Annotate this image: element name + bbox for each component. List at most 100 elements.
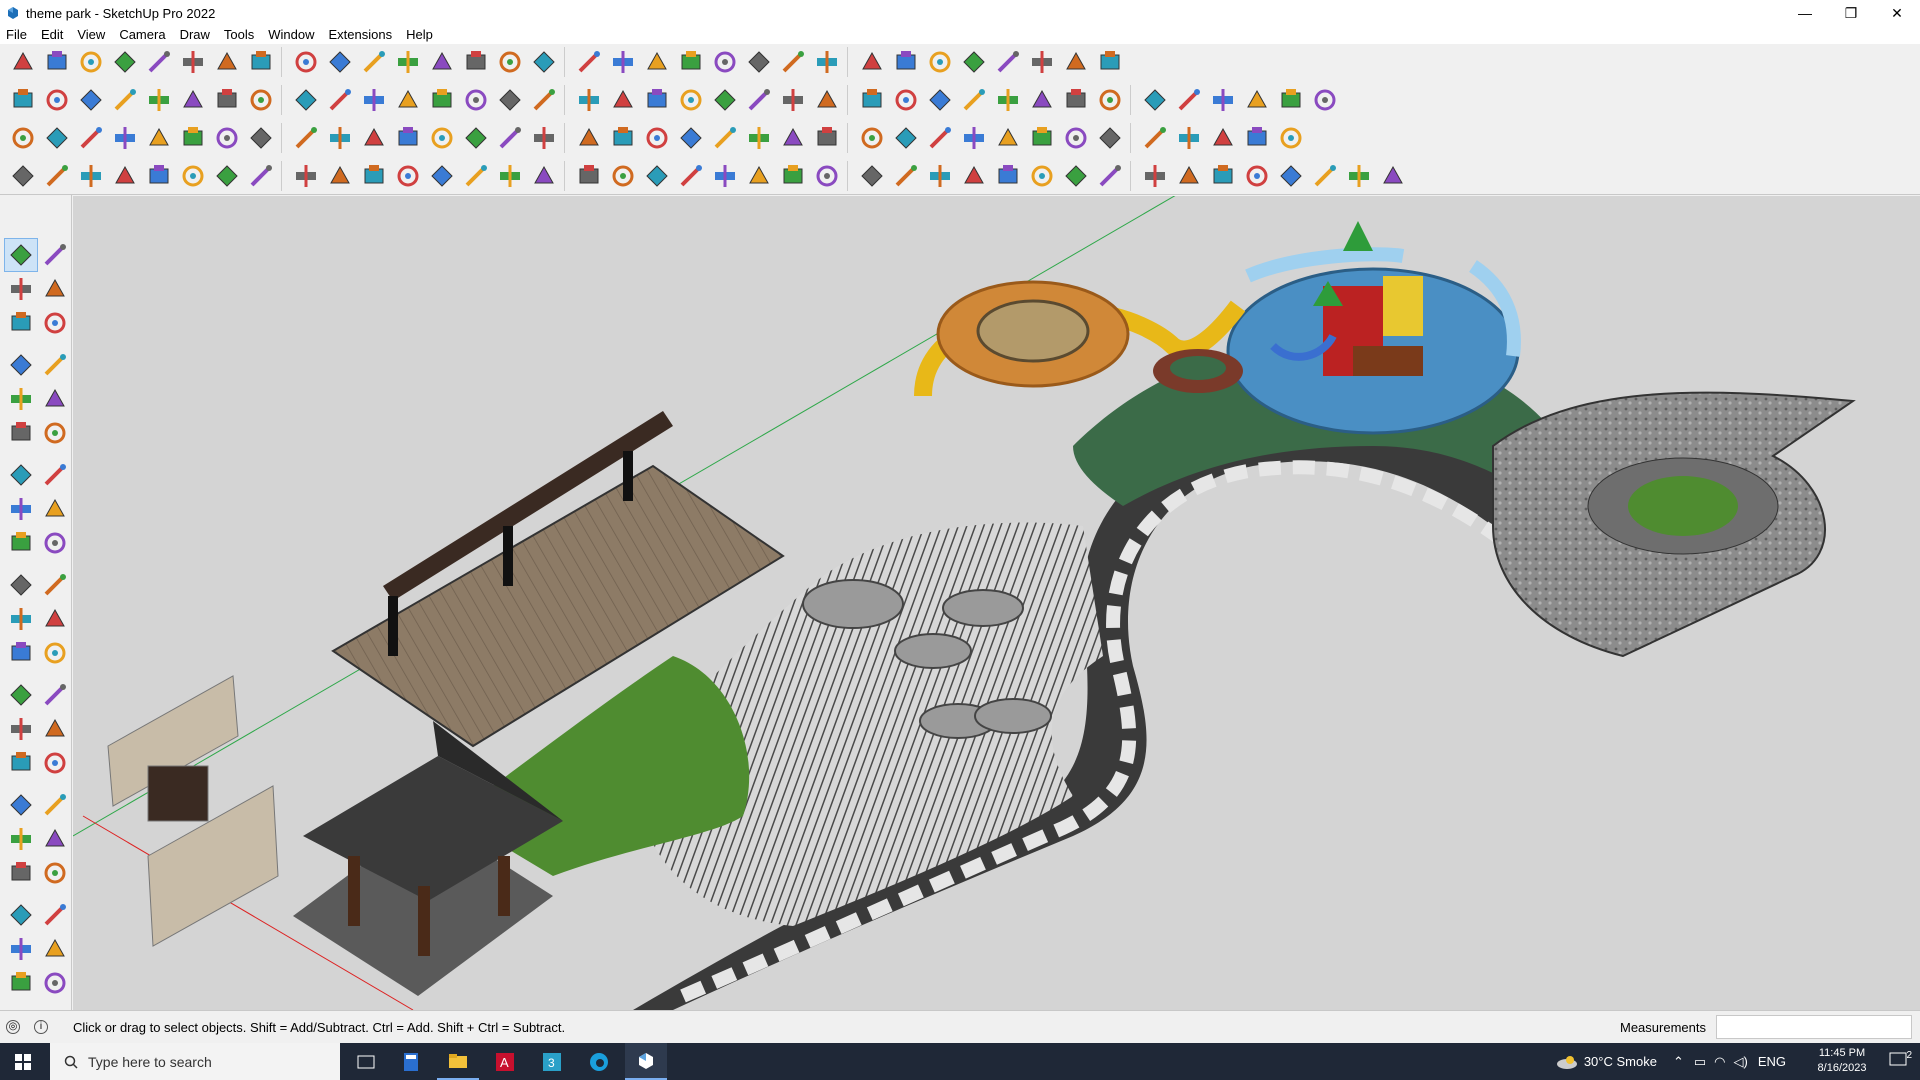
group-icon[interactable]	[40, 83, 74, 117]
polygon-icon[interactable]	[38, 416, 72, 450]
taskbar-search[interactable]: Type here to search	[50, 1043, 340, 1080]
cross-icon[interactable]	[459, 121, 493, 155]
arc-two-point-icon[interactable]	[4, 492, 38, 526]
upload-icon[interactable]	[855, 45, 889, 79]
account-icon[interactable]	[776, 45, 810, 79]
tiles-icon[interactable]	[957, 159, 991, 193]
lasso-icon[interactable]	[1093, 83, 1127, 117]
layer-icon[interactable]	[142, 121, 176, 155]
arc-icon[interactable]	[1059, 83, 1093, 117]
grid-icon[interactable]	[1025, 121, 1059, 155]
stack-icon[interactable]	[1059, 121, 1093, 155]
instructor-icon[interactable]: i	[34, 1020, 48, 1034]
loop-icon[interactable]	[176, 121, 210, 155]
fx-icon[interactable]	[776, 83, 810, 117]
scale-icon[interactable]	[357, 45, 391, 79]
axes-icon[interactable]	[4, 712, 38, 746]
pillar-icon[interactable]	[1059, 159, 1093, 193]
weave-icon[interactable]	[210, 159, 244, 193]
blind-icon[interactable]	[1093, 159, 1127, 193]
polygon-icon[interactable]	[957, 83, 991, 117]
spring-icon[interactable]	[244, 159, 278, 193]
freehand-icon[interactable]	[38, 348, 72, 382]
ellipse-icon[interactable]	[991, 83, 1025, 117]
measurements-input[interactable]	[1716, 1015, 1912, 1039]
menu-edit[interactable]: Edit	[41, 27, 63, 42]
zoom-icon[interactable]	[6, 45, 40, 79]
boot-icon[interactable]	[1376, 159, 1410, 193]
bars-icon[interactable]	[1138, 159, 1172, 193]
sketchup-layout-icon[interactable]: 3	[531, 1043, 573, 1080]
mark-icon[interactable]	[1308, 83, 1342, 117]
pan-icon[interactable]	[38, 746, 72, 780]
ruler-icon[interactable]	[855, 83, 889, 117]
house-outline-icon[interactable]	[708, 83, 742, 117]
rotated-rect-icon[interactable]	[38, 382, 72, 416]
layers-icon[interactable]	[38, 932, 72, 966]
ladder-icon[interactable]	[991, 159, 1025, 193]
file-explorer-icon[interactable]	[437, 1043, 479, 1080]
arrow-red-icon[interactable]	[210, 83, 244, 117]
knot-b-icon[interactable]	[289, 159, 323, 193]
solid-icon[interactable]	[108, 83, 142, 117]
undo-icon[interactable]	[1025, 45, 1059, 79]
terrain-icon[interactable]	[493, 83, 527, 117]
section-icon[interactable]	[38, 898, 72, 932]
components-icon[interactable]	[4, 966, 38, 1000]
arrow-b-icon[interactable]	[708, 159, 742, 193]
pan-icon[interactable]	[527, 45, 561, 79]
weather-text[interactable]: 30°C Smoke	[1584, 1054, 1657, 1069]
corner-a-icon[interactable]	[357, 159, 391, 193]
previous-icon[interactable]	[38, 822, 72, 856]
roof-icon[interactable]	[742, 83, 776, 117]
zoom-icon[interactable]	[4, 788, 38, 822]
paint-bucket-icon[interactable]	[176, 45, 210, 79]
notification-icon[interactable]: 2	[1876, 1050, 1920, 1071]
share-icon[interactable]	[810, 45, 844, 79]
styles-icon[interactable]	[4, 932, 38, 966]
sketchup-app-icon[interactable]	[625, 1043, 667, 1080]
brick-icon[interactable]	[323, 121, 357, 155]
cube-icon[interactable]	[40, 121, 74, 155]
push-pull-icon[interactable]	[210, 45, 244, 79]
knot-icon[interactable]	[742, 121, 776, 155]
zoom-extents-icon[interactable]	[4, 822, 38, 856]
hatch-icon[interactable]	[1342, 159, 1376, 193]
windows-start-icon[interactable]	[0, 1043, 46, 1080]
profile-icon[interactable]	[1093, 45, 1127, 79]
pretzel-icon[interactable]	[708, 121, 742, 155]
eraser-icon[interactable]	[74, 45, 108, 79]
arrow-pink-icon[interactable]	[323, 83, 357, 117]
node-icon[interactable]	[1240, 121, 1274, 155]
block-icon[interactable]	[6, 121, 40, 155]
monitor-icon[interactable]: ▭	[1694, 1054, 1706, 1070]
menu-draw[interactable]: Draw	[180, 27, 210, 42]
window-tool-icon[interactable]	[606, 83, 640, 117]
fan-icon[interactable]	[1308, 159, 1342, 193]
sun-icon[interactable]	[1274, 159, 1308, 193]
section-cut-icon[interactable]	[459, 83, 493, 117]
wave-icon[interactable]	[674, 159, 708, 193]
plate-icon[interactable]	[74, 121, 108, 155]
spray-paint-icon[interactable]	[74, 159, 108, 193]
wall-icon[interactable]	[957, 121, 991, 155]
barn-icon[interactable]	[674, 83, 708, 117]
section-plane-icon[interactable]	[391, 83, 425, 117]
acrobat-app-icon[interactable]: A	[484, 1043, 526, 1080]
menu-extensions[interactable]: Extensions	[329, 27, 393, 42]
shapes-icon[interactable]	[142, 45, 176, 79]
rotate-icon[interactable]	[323, 45, 357, 79]
arc-three-point-icon[interactable]	[38, 492, 72, 526]
paint-icon[interactable]	[459, 45, 493, 79]
rotate-icon[interactable]	[4, 568, 38, 602]
scenes-icon[interactable]	[38, 966, 72, 1000]
rectangle-icon[interactable]	[4, 382, 38, 416]
menu-help[interactable]: Help	[406, 27, 433, 42]
tag-icon[interactable]	[957, 45, 991, 79]
nodes-icon[interactable]	[40, 159, 74, 193]
scene-canvas[interactable]	[73, 196, 1920, 1010]
wheel-icon[interactable]	[1240, 159, 1274, 193]
materials-icon[interactable]	[74, 83, 108, 117]
parallel-icon[interactable]	[1025, 83, 1059, 117]
calculator-app-icon[interactable]	[390, 1043, 432, 1080]
